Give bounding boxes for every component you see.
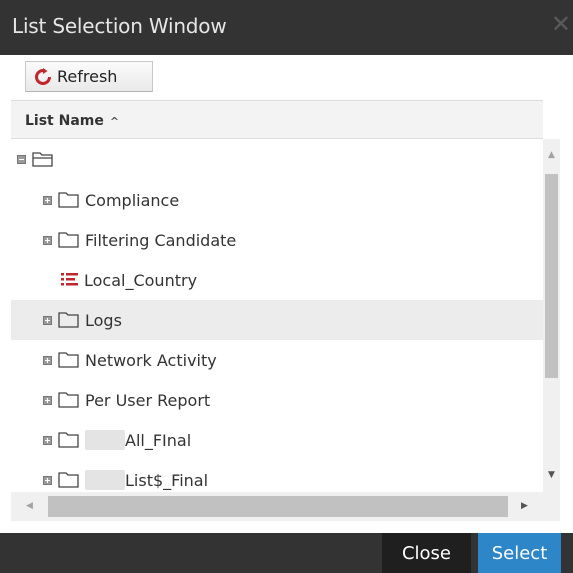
- scroll-down-icon[interactable]: ▼: [543, 467, 560, 484]
- title-bar: List Selection Window ✕: [0, 0, 573, 55]
- vertical-scrollbar[interactable]: ▲ ▼: [543, 139, 560, 492]
- tree-row-label: List$_Final: [125, 470, 209, 490]
- list-name-column-header[interactable]: List Name ^: [11, 100, 543, 139]
- scroll-left-icon[interactable]: ◀: [21, 498, 38, 515]
- tree-row-per-user-report[interactable]: Per User Report: [11, 380, 543, 420]
- tree-row-logs[interactable]: Logs: [11, 300, 543, 340]
- tree-row-label: Per User Report: [85, 390, 211, 410]
- dialog-footer: Close Select: [0, 533, 573, 573]
- tree-row-local-country[interactable]: Local_Country: [11, 260, 543, 300]
- scroll-up-icon[interactable]: ▲: [543, 147, 560, 164]
- folder-icon: [58, 472, 79, 488]
- close-icon[interactable]: ✕: [551, 12, 571, 36]
- expand-icon[interactable]: [43, 195, 52, 205]
- tree-row-network-activity[interactable]: Network Activity: [11, 340, 543, 380]
- folder-icon: [58, 192, 79, 208]
- collapse-icon[interactable]: [17, 154, 26, 164]
- sort-ascending-icon: ^: [109, 115, 120, 128]
- expand-icon[interactable]: [43, 315, 52, 325]
- list-tree: Compliance Filtering Candidate Local_Cou…: [11, 139, 543, 492]
- horizontal-scroll-thumb[interactable]: [48, 496, 508, 517]
- tree-row-list-final[interactable]: List$_Final: [11, 460, 543, 492]
- select-button[interactable]: Select: [478, 533, 561, 573]
- tree-row-label: Filtering Candidate: [85, 230, 237, 250]
- tree-row-filtering-candidate[interactable]: Filtering Candidate: [11, 220, 543, 260]
- window-title: List Selection Window: [12, 14, 227, 38]
- list-icon: [61, 273, 78, 286]
- expand-icon[interactable]: [43, 475, 52, 485]
- refresh-label: Refresh: [57, 67, 118, 86]
- tree-row-label: Compliance: [85, 190, 180, 210]
- tree-row-label: All_FInal: [125, 430, 192, 450]
- folder-icon: [58, 312, 79, 328]
- close-button[interactable]: Close: [382, 533, 471, 573]
- folder-icon: [58, 432, 79, 448]
- expand-icon[interactable]: [43, 355, 52, 365]
- tree-row-all-final[interactable]: All_FInal: [11, 420, 543, 460]
- vertical-scroll-thumb[interactable]: [545, 174, 558, 378]
- toolbar: Refresh: [11, 55, 543, 100]
- refresh-icon: [35, 67, 51, 85]
- horizontal-scrollbar[interactable]: ◀ ▶: [11, 492, 543, 521]
- folder-open-icon: [32, 152, 53, 167]
- expand-icon[interactable]: [43, 395, 52, 405]
- refresh-button[interactable]: Refresh: [25, 61, 153, 92]
- tree-row-label: Logs: [85, 310, 122, 330]
- scroll-right-icon[interactable]: ▶: [516, 498, 533, 515]
- tree-row-label: Local_Country: [84, 270, 198, 290]
- left-margin: [0, 55, 11, 533]
- folder-icon: [58, 352, 79, 368]
- expand-icon[interactable]: [43, 435, 52, 445]
- redacted-text: [85, 430, 125, 450]
- tree-row-label: Network Activity: [85, 350, 217, 370]
- redacted-text: [85, 470, 125, 490]
- column-header-label: List Name ^: [25, 113, 119, 129]
- tree-row-root[interactable]: [11, 139, 543, 179]
- column-header-text: List Name: [25, 113, 104, 129]
- folder-icon: [58, 392, 79, 408]
- scroll-corner: [543, 492, 560, 521]
- tree-row-compliance[interactable]: Compliance: [11, 180, 543, 220]
- folder-icon: [58, 232, 79, 248]
- expand-icon[interactable]: [43, 235, 52, 245]
